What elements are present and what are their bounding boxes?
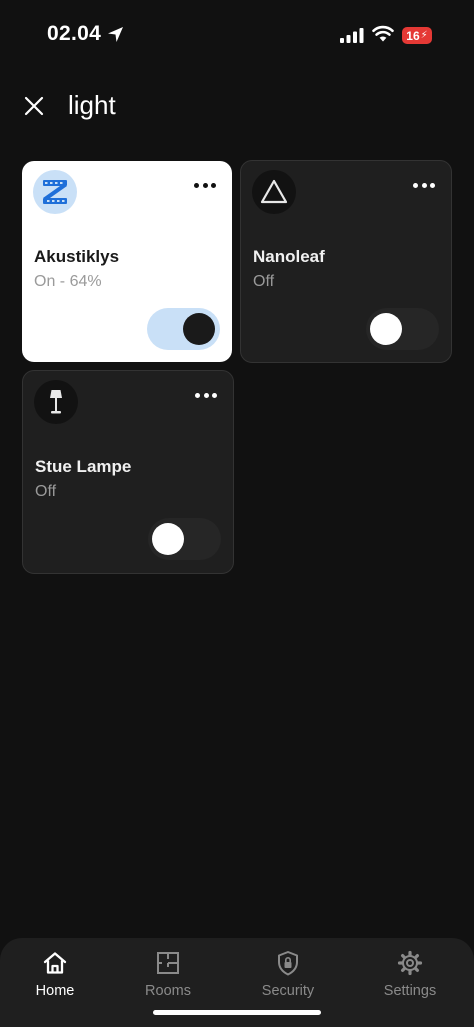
- device-toggle[interactable]: [148, 518, 221, 560]
- triangle-icon: [260, 179, 288, 204]
- status-bar: 02.04 16 ⚡: [0, 0, 474, 70]
- nav-label: Home: [35, 983, 75, 999]
- device-icon-container: [252, 170, 296, 214]
- device-card-stue-lampe[interactable]: Stue Lampe Off: [22, 370, 234, 574]
- more-options-icon[interactable]: [413, 181, 435, 189]
- device-state: Off: [35, 483, 57, 500]
- device-toggle[interactable]: [147, 308, 220, 350]
- status-time: 02.04: [47, 22, 102, 45]
- toggle-knob: [152, 523, 184, 555]
- search-header: light: [0, 84, 474, 128]
- gear-icon: [397, 950, 423, 976]
- home-indicator: [153, 1010, 321, 1015]
- more-options-icon[interactable]: [195, 391, 217, 399]
- close-icon[interactable]: [22, 94, 46, 118]
- home-icon: [43, 952, 67, 974]
- device-name: Stue Lampe: [35, 457, 132, 476]
- device-icon-container: [34, 380, 78, 424]
- shield-lock-icon: [278, 951, 298, 976]
- nav-label: Rooms: [145, 983, 191, 999]
- device-name: Nanoleaf: [253, 247, 325, 266]
- charging-bolt-icon: ⚡: [420, 30, 428, 41]
- device-state: Off: [253, 273, 275, 290]
- nav-label: Settings: [383, 983, 437, 999]
- nav-security[interactable]: Security: [233, 950, 343, 1010]
- device-card-akustiklys[interactable]: Akustiklys On - 64%: [22, 161, 232, 362]
- wifi-icon: [372, 25, 394, 42]
- device-icon-container: [33, 170, 77, 214]
- device-card-nanoleaf[interactable]: Nanoleaf Off: [240, 160, 452, 363]
- device-toggle[interactable]: [366, 308, 439, 350]
- nav-home[interactable]: Home: [0, 950, 110, 1010]
- battery-indicator: 16 ⚡: [402, 27, 432, 44]
- floor-lamp-icon: [50, 390, 62, 414]
- toggle-knob: [370, 313, 402, 345]
- floorplan-icon: [157, 952, 179, 974]
- led-strip-icon: [43, 180, 67, 204]
- nav-settings[interactable]: Settings: [355, 950, 465, 1010]
- device-state: On - 64%: [34, 273, 102, 290]
- cellular-signal-icon: [340, 28, 364, 43]
- device-name: Akustiklys: [34, 247, 120, 266]
- location-arrow-icon: [108, 27, 123, 42]
- nav-rooms[interactable]: Rooms: [113, 950, 223, 1010]
- toggle-knob: [183, 313, 215, 345]
- more-options-icon[interactable]: [194, 181, 216, 189]
- battery-level: 16: [406, 28, 420, 43]
- search-query[interactable]: light: [68, 90, 116, 121]
- nav-label: Security: [261, 983, 315, 999]
